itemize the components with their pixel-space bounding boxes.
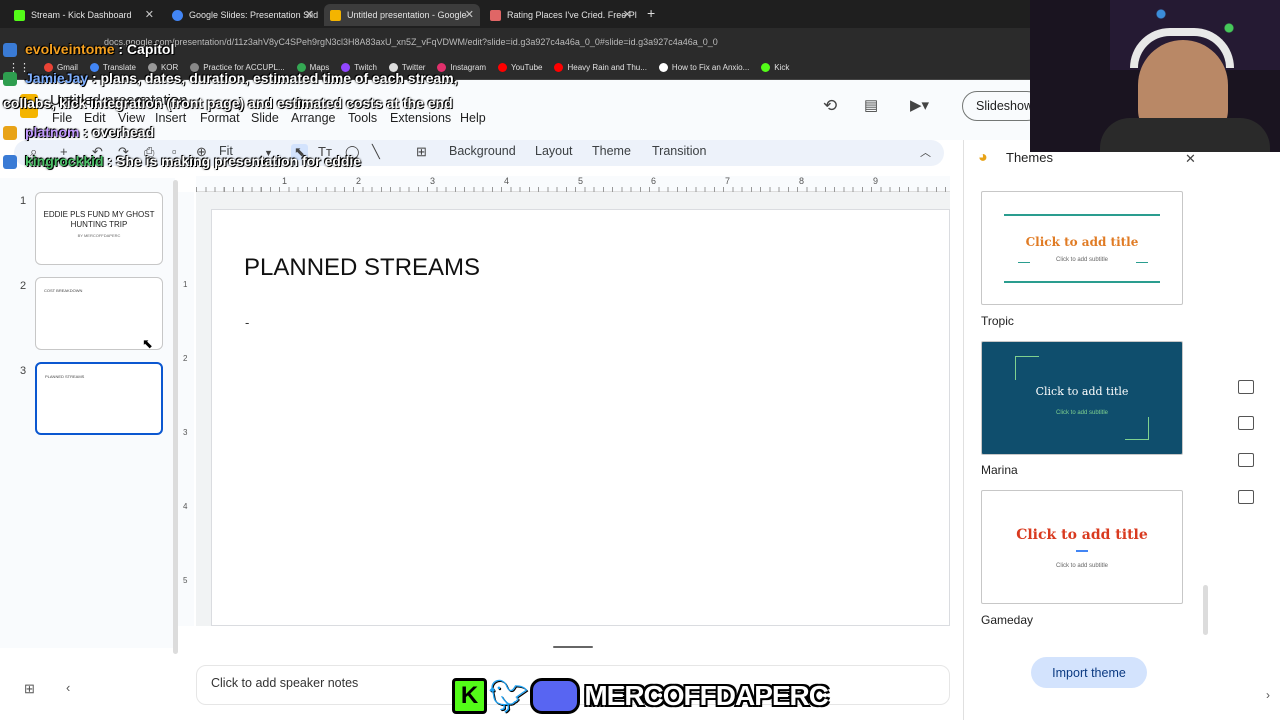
youtube-icon — [498, 63, 508, 72]
menu-view[interactable]: View — [118, 111, 145, 125]
close-tab-icon[interactable]: ✕ — [465, 8, 474, 21]
menu-file[interactable]: File — [52, 111, 72, 125]
bookmark[interactable]: Kick — [761, 63, 789, 72]
collapse-toolbar-icon[interactable]: ︿ — [920, 144, 931, 160]
chat-badge-icon — [3, 126, 17, 140]
chat-message: JamieJay : plans, dates, duration, estim… — [3, 70, 458, 86]
thumb-title: COST BREAKDOWN — [44, 288, 83, 293]
chat-badge-icon — [3, 155, 17, 169]
chat-message: kingrockkid : She is making presentation… — [3, 153, 361, 169]
import-theme-button[interactable]: Import theme — [1031, 657, 1147, 688]
mouse-cursor-icon: ⬉ — [142, 336, 153, 351]
webcam-overlay — [1030, 0, 1280, 152]
google-icon — [172, 9, 183, 21]
line-icon[interactable]: ╲ — [372, 144, 380, 160]
bookmark[interactable]: How to Fix an Anxio... — [658, 63, 749, 72]
chat-message: collabs, kick integration (front page) a… — [3, 95, 453, 111]
theme-card-gameday[interactable]: Click to add title Click to add subtitle — [981, 490, 1183, 604]
slide-title[interactable]: PLANNED STREAMS — [244, 254, 480, 282]
tasks-icon[interactable] — [1238, 416, 1254, 430]
vertical-ruler: 1 2 3 4 5 — [178, 192, 194, 626]
themes-heading: Themes — [1006, 150, 1053, 165]
streamer-shirt — [1100, 118, 1270, 152]
chevron-right-icon[interactable]: › — [1266, 688, 1270, 702]
browser-tab-active[interactable]: Untitled presentation - Google ✕ — [324, 4, 480, 26]
menu-edit[interactable]: Edit — [84, 111, 106, 125]
menu-arrange[interactable]: Arrange — [291, 111, 335, 125]
close-tab-icon[interactable]: ✕ — [305, 8, 314, 21]
site-icon — [658, 63, 668, 72]
slide-number: 2 — [20, 280, 27, 292]
youtube-icon — [554, 63, 564, 72]
menu-insert[interactable]: Insert — [155, 111, 186, 125]
browser-tab[interactable]: Stream - Kick Dashboard ✕ — [8, 4, 160, 26]
slide-number: 1 — [20, 195, 27, 207]
meet-icon[interactable]: ▶▾ — [910, 96, 929, 114]
menu-tools[interactable]: Tools — [348, 111, 377, 125]
folder-icon[interactable] — [1238, 490, 1254, 504]
theme-name: Tropic — [981, 314, 1014, 328]
browser-tab[interactable]: Google Slides: Presentation Slid ✕ — [166, 4, 320, 26]
new-tab-button[interactable]: + — [647, 5, 655, 21]
chevron-left-icon[interactable]: ‹ — [66, 680, 70, 695]
social-banner: K 🐦︎ MERCOFFDAPERC — [452, 677, 829, 715]
theme-name: Marina — [981, 463, 1018, 477]
history-icon[interactable]: ⟲ — [823, 96, 837, 116]
comments-icon[interactable]: ▤ — [864, 96, 878, 114]
bookmark[interactable]: YouTube — [498, 63, 542, 72]
slide-thumbnail[interactable]: EDDIE PLS FUND MY GHOST HUNTING TRIP BY … — [35, 192, 163, 265]
keep-icon[interactable] — [1238, 380, 1254, 394]
notes-resize-handle[interactable] — [553, 646, 593, 648]
close-icon[interactable]: ✕ — [1185, 151, 1196, 167]
kick-logo-icon: K — [452, 678, 488, 714]
discord-logo-icon — [529, 678, 581, 714]
chat-badge-icon — [3, 43, 17, 57]
browser-tab[interactable]: Rating Places I've Cried. Free Pl ✕ — [484, 4, 638, 26]
comment-icon[interactable]: ⊞ — [416, 144, 427, 160]
close-tab-icon[interactable]: ✕ — [623, 8, 632, 21]
theme-button[interactable]: Theme — [592, 144, 631, 158]
chat-badge-icon — [3, 72, 17, 86]
slides-icon — [330, 9, 341, 21]
menu-format[interactable]: Format — [200, 111, 240, 125]
chat-message: platnom : overhead — [3, 124, 154, 140]
contacts-icon[interactable] — [1238, 453, 1254, 467]
bookmark[interactable]: Heavy Rain and Thu... — [554, 63, 647, 72]
menu-help[interactable]: Help — [460, 111, 486, 125]
theme-name: Gameday — [981, 613, 1034, 627]
kick-icon — [761, 63, 771, 72]
thumb-title: EDDIE PLS FUND MY GHOST HUNTING TRIP — [43, 210, 155, 229]
transition-button[interactable]: Transition — [652, 144, 706, 158]
themes-scrollbar[interactable] — [1203, 585, 1208, 635]
thumb-title: PLANNED STREAMS — [45, 374, 85, 379]
layout-button[interactable]: Layout — [535, 144, 573, 158]
slide-number: 3 — [20, 365, 27, 377]
twitter-logo-icon: 🐦︎ — [488, 678, 529, 714]
menu-extensions[interactable]: Extensions — [390, 111, 451, 125]
theme-card-tropic[interactable]: Click to add title Click to add subtitle — [981, 191, 1183, 305]
palette-icon: ◕ — [978, 149, 988, 166]
background-button[interactable]: Background — [449, 144, 516, 158]
thumb-subtitle: BY MERCOFFDAPERC — [77, 233, 121, 238]
browser-tab-bar: Stream - Kick Dashboard ✕ Google Slides:… — [0, 0, 1030, 28]
grid-view-icon[interactable]: ⊞ — [24, 681, 35, 697]
slide-thumbnail-active[interactable]: PLANNED STREAMS — [35, 362, 163, 435]
theme-card-marina[interactable]: Click to add title Click to add subtitle — [981, 341, 1183, 455]
close-tab-icon[interactable]: ✕ — [145, 8, 154, 21]
menu-slide[interactable]: Slide — [251, 111, 279, 125]
kick-icon — [14, 9, 25, 21]
url-field[interactable]: docs.google.com/presentation/d/11z3ahV8y… — [104, 37, 718, 47]
site-icon — [490, 9, 501, 21]
channel-name: MERCOFFDAPERC — [584, 680, 829, 711]
chat-message: evolveintome : Capitol — [3, 41, 174, 57]
horizontal-ruler: 1 2 3 4 5 6 7 8 9 — [196, 176, 950, 192]
slide-body[interactable]: - — [245, 315, 249, 330]
